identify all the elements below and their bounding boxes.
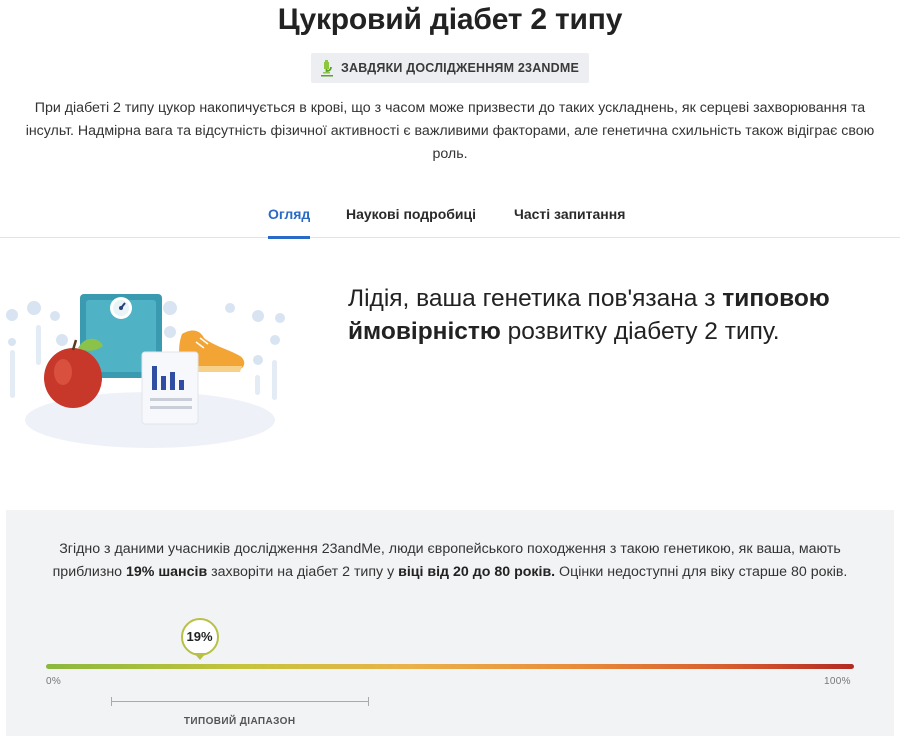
research-badge: ЗАВДЯКИ ДОСЛІДЖЕННЯМ 23ANDME (310, 53, 590, 83)
microscope-icon (319, 59, 335, 77)
scale-max-label: 100% (824, 676, 851, 687)
estimate-age-range: віці від 20 до 80 років. (398, 564, 556, 580)
likelihood-panel: Згідно з даними учасників дослідження 23… (6, 510, 894, 736)
likelihood-estimate-text: Згідно з даними учасників дослідження 23… (50, 538, 850, 584)
estimate-text-2: захворіти на діабет 2 типу у (207, 564, 399, 580)
report-header: Цукровий діабет 2 типу ЗАВДЯКИ ДОСЛІДЖЕН… (0, 0, 900, 166)
typical-range-line (110, 701, 370, 702)
page-title: Цукровий діабет 2 типу (277, 3, 623, 36)
likelihood-gauge-bar (46, 664, 854, 669)
tab-overview[interactable]: Огляд (268, 206, 311, 239)
research-badge-label: ЗАВДЯКИ ДОСЛІДЖЕННЯМ 23ANDME (340, 61, 580, 75)
scale-min-label: 0% (46, 676, 62, 687)
likelihood-marker-pointer (193, 653, 206, 660)
typical-range-end (368, 697, 370, 706)
typical-range-label: ТИПОВИЙ ДІАПАЗОН (183, 716, 296, 727)
result-headline: Лідія, ваша генетика пов'язана з типовою… (348, 282, 878, 348)
scale-apple-sneaker-chart-illustration (6, 294, 285, 448)
health-illustration (0, 280, 300, 450)
report-tabs: Огляд Наукові подробиці Часті запитання (0, 196, 900, 239)
estimate-chance: 19% шансів (126, 564, 208, 580)
tab-faq[interactable]: Часті запитання (514, 206, 625, 222)
headline-prefix: Лідія, ваша генетика пов'язана з (348, 285, 723, 312)
tab-scientific-details[interactable]: Наукові подробиці (346, 206, 476, 222)
typical-range-start (110, 697, 112, 706)
intro-text: При діабеті 2 типу цукор накопичується в… (25, 100, 875, 162)
headline-suffix: розвитку діабету 2 типу. (500, 318, 780, 345)
likelihood-marker: 19% (180, 618, 219, 656)
result-hero: Лідія, ваша генетика пов'язана з типовою… (0, 250, 900, 490)
estimate-text-3: Оцінки недоступні для віку старше 80 рок… (555, 564, 848, 580)
